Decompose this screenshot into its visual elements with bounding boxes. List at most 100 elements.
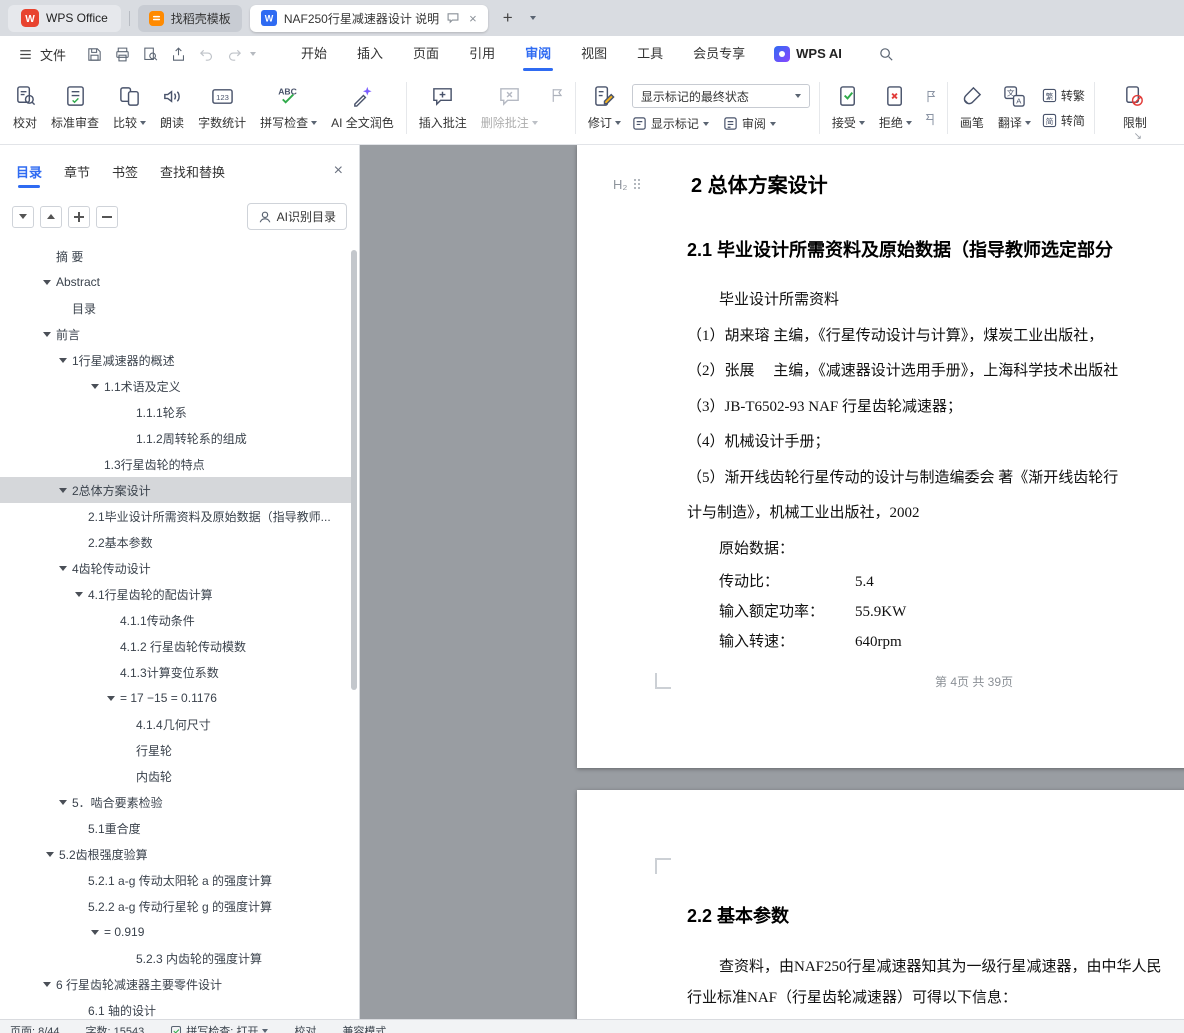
tab-review[interactable]: 审阅 <box>510 36 566 72</box>
tab-view[interactable]: 视图 <box>566 36 622 72</box>
tab-outline[interactable]: 目录 <box>16 162 42 191</box>
save-button[interactable] <box>82 42 107 66</box>
read-aloud-button[interactable]: 朗读 <box>153 76 191 140</box>
delete-comment-button[interactable]: 删除批注 <box>474 76 545 140</box>
accept-button[interactable]: 接受 <box>825 76 872 140</box>
tab-insert[interactable]: 插入 <box>342 36 398 72</box>
outline-item[interactable]: 1.3行星齿轮的特点 <box>0 451 351 477</box>
file-menu-button[interactable]: 文件 <box>12 45 72 64</box>
tab-current-document[interactable]: W NAF250行星减速器设计 说明 <box>249 4 488 32</box>
comment-bubble-icon[interactable] <box>446 11 460 25</box>
previous-change-icon[interactable] <box>923 89 938 104</box>
word-count-button[interactable]: 123 字数统计 <box>191 76 253 140</box>
collapse-all-button[interactable] <box>12 205 34 228</box>
spell-check-button[interactable]: ABC 拼写检查 <box>253 76 324 140</box>
print-preview-button[interactable] <box>138 42 163 66</box>
collapse-arrow-icon[interactable] <box>43 981 51 987</box>
outline-item[interactable]: 1行星减速器的概述 <box>0 347 351 373</box>
tab-references[interactable]: 引用 <box>454 36 510 72</box>
outline-item[interactable]: 4.1行星齿轮的配齿计算 <box>0 581 351 607</box>
collapse-arrow-icon[interactable] <box>75 591 83 597</box>
outline-item[interactable]: 目录 <box>0 295 351 321</box>
compatibility-mode-badge[interactable]: 兼容模式 <box>342 1023 386 1033</box>
outline-item[interactable]: = 17 −15 = 0.1176 <box>0 685 351 711</box>
undo-button[interactable] <box>194 42 219 66</box>
outline-item[interactable]: 4齿轮传动设计 <box>0 555 351 581</box>
pen-button[interactable]: 画笔 <box>953 76 991 140</box>
tab-chapters[interactable]: 章节 <box>64 162 90 191</box>
document-page-5[interactable]: 2.2 基本参数 查资料，由NAF250行星减速器知其为一级行星减速器，由中华人… <box>577 790 1184 1019</box>
outline-item[interactable]: Abstract <box>0 269 351 295</box>
collapse-arrow-icon[interactable] <box>107 695 115 701</box>
show-markup-button[interactable]: 显示标记 <box>632 115 709 132</box>
tab-tools[interactable]: 工具 <box>622 36 678 72</box>
standard-review-button[interactable]: 标准审查 <box>44 76 106 140</box>
heading-level-handle[interactable]: H₂ <box>613 177 641 192</box>
new-tab-button[interactable] <box>496 8 520 28</box>
outline-item[interactable]: 5.2齿根强度验算 <box>0 841 351 867</box>
collapse-arrow-icon[interactable] <box>91 929 99 935</box>
resolve-comment-button[interactable] <box>545 83 570 108</box>
sidebar-scrollbar-thumb[interactable] <box>351 250 357 690</box>
insert-comment-button[interactable]: 插入批注 <box>412 76 474 140</box>
close-tab-icon[interactable] <box>469 12 477 25</box>
outline-item[interactable]: 1.1.2周转轮系的组成 <box>0 425 351 451</box>
display-state-dropdown[interactable]: 显示标记的最终状态 <box>631 84 810 108</box>
word-count-indicator[interactable]: 字数: 15543 <box>86 1023 145 1033</box>
outline-item[interactable]: 2.2基本参数 <box>0 529 351 555</box>
collapse-arrow-icon[interactable] <box>59 565 67 571</box>
review-pane-button[interactable]: 审阅 <box>723 115 776 132</box>
outline-item[interactable]: 内齿轮 <box>0 763 351 789</box>
tab-wps-ai[interactable]: WPS AI <box>760 36 856 72</box>
outline-item[interactable]: 5.2.3 内齿轮的强度计算 <box>0 945 351 971</box>
spellcheck-toggle[interactable]: 拼写检查: 打开 <box>170 1023 269 1033</box>
tab-home[interactable]: 开始 <box>286 36 342 72</box>
outline-item[interactable]: 6.1 轴的设计 <box>0 997 351 1019</box>
outline-item[interactable]: 4.1.2 行星齿轮传动模数 <box>0 633 351 659</box>
outline-item[interactable]: 4.1.1传动条件 <box>0 607 351 633</box>
collapse-arrow-icon[interactable] <box>59 357 67 363</box>
translate-button[interactable]: 文A 翻译 <box>991 76 1038 140</box>
outline-item[interactable]: 5.2.2 a-g 传动行星轮 g 的强度计算 <box>0 893 351 919</box>
outline-item[interactable]: 5.2.1 a-g 传动太阳轮 a 的强度计算 <box>0 867 351 893</box>
print-button[interactable] <box>110 42 135 66</box>
outline-item[interactable]: 4.1.4几何尺寸 <box>0 711 351 737</box>
proofread-button[interactable]: 校对 <box>6 76 44 140</box>
expand-all-button[interactable] <box>40 205 62 228</box>
outline-item[interactable]: 5．啮合要素检验 <box>0 789 351 815</box>
track-changes-button[interactable]: 修订 <box>581 76 628 140</box>
outline-item[interactable]: 6 行星齿轮减速器主要零件设计 <box>0 971 351 997</box>
tab-list-chevron-icon[interactable] <box>529 16 536 20</box>
outline-item[interactable]: 5.1重合度 <box>0 815 351 841</box>
tab-docer-templates[interactable]: 找稻壳模板 <box>137 4 242 32</box>
tab-member[interactable]: 会员专享 <box>678 36 760 72</box>
app-menu-button[interactable]: W WPS Office <box>8 4 121 32</box>
ai-recognize-outline-button[interactable]: AI识别目录 <box>246 203 347 230</box>
reject-button[interactable]: 拒绝 <box>872 76 919 140</box>
collapse-arrow-icon[interactable] <box>91 383 99 389</box>
outline-item[interactable]: 1.1.1轮系 <box>0 399 351 425</box>
proofread-status[interactable]: 校对 <box>294 1023 316 1033</box>
compare-button[interactable]: 比较 <box>106 76 153 140</box>
ribbon-expand-icon[interactable] <box>1134 131 1142 142</box>
collapse-arrow-icon[interactable] <box>43 331 51 337</box>
search-button[interactable] <box>878 46 895 63</box>
redo-chevron-icon[interactable] <box>250 52 257 56</box>
collapse-arrow-icon[interactable] <box>46 851 54 857</box>
outline-item[interactable]: 前言 <box>0 321 351 347</box>
next-change-icon[interactable] <box>923 112 938 127</box>
outline-item[interactable]: 2.1毕业设计所需资料及原始数据（指导教师... <box>0 503 351 529</box>
outline-item[interactable]: 1.1术语及定义 <box>0 373 351 399</box>
redo-button[interactable] <box>222 42 247 66</box>
collapse-arrow-icon[interactable] <box>59 487 67 493</box>
outline-item[interactable]: 4.1.3计算变位系数 <box>0 659 351 685</box>
document-page-4[interactable]: H₂ 2 总体方案设计 2.1 毕业设计所需资料及原始数据（指导教师选定部分 毕… <box>577 145 1184 768</box>
outline-item[interactable]: 行星轮 <box>0 737 351 763</box>
demote-button[interactable] <box>96 205 118 228</box>
outline-item[interactable]: = 0.919 <box>0 919 351 945</box>
tab-page[interactable]: 页面 <box>398 36 454 72</box>
to-traditional-button[interactable]: 繁 转繁 <box>1042 87 1085 104</box>
collapse-arrow-icon[interactable] <box>43 279 51 285</box>
close-pane-icon[interactable] <box>334 162 343 190</box>
tab-find-replace[interactable]: 查找和替换 <box>160 162 225 191</box>
